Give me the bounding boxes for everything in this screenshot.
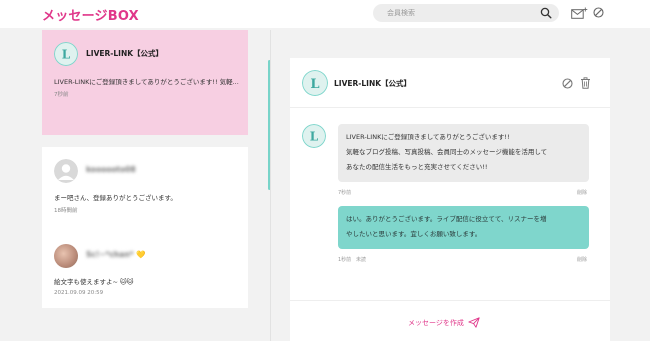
conversation-item[interactable]: koooooto08 まー吧さん、登録ありがとうございます。 18時間前 bbox=[42, 147, 248, 235]
conversation-preview: 絵文字も使えますよ~ 🐱🐱 bbox=[54, 276, 244, 286]
incoming-message: LIVER-LINKにご登録頂きましてありがとうございます!! 気軽なブログ投稿… bbox=[338, 124, 589, 182]
conversation-name-row: Sc!~*chan* 💛 bbox=[86, 250, 146, 259]
default-avatar-icon bbox=[54, 159, 78, 183]
conversation-item[interactable]: Sc!~*chan* 💛 絵文字も使えますよ~ 🐱🐱 2021.09.09 20… bbox=[42, 232, 248, 308]
conversation-item[interactable]: L LIVER-LINK【公式】 LIVER-LINKにご登録頂きましてありがと… bbox=[42, 30, 248, 135]
conversation-list[interactable]: L LIVER-LINK【公式】 LIVER-LINKにご登録頂きましてありがと… bbox=[40, 30, 250, 313]
new-message-icon[interactable] bbox=[571, 7, 588, 20]
top-bar: メッセージBOX bbox=[0, 0, 650, 28]
search-icon[interactable] bbox=[540, 7, 552, 19]
message-line: LIVER-LINKにご登録頂きましてありがとうございます!! bbox=[346, 133, 510, 141]
app-title[interactable]: メッセージBOX bbox=[42, 5, 139, 24]
heart-emoji-icon: 💛 bbox=[136, 250, 146, 259]
liver-link-logo-icon: L bbox=[302, 70, 328, 96]
outgoing-message: はい。ありがとうございます。ライブ配信に役立てて、リスナーを増 やしたいと思いま… bbox=[338, 206, 589, 249]
member-search[interactable] bbox=[373, 4, 559, 22]
conversation-time: 18時間前 bbox=[54, 208, 78, 214]
block-icon[interactable] bbox=[562, 78, 573, 89]
message-line: やしたいと思います。宜しくお願い致します。 bbox=[346, 230, 482, 238]
conversation-name: Sc!~*chan* bbox=[86, 250, 134, 259]
trash-icon[interactable] bbox=[580, 77, 591, 89]
compose-area: メッセージを作成 bbox=[290, 300, 610, 341]
conversation-preview: まー吧さん、登録ありがとうございます。 bbox=[54, 194, 177, 202]
search-input[interactable] bbox=[387, 6, 537, 20]
delete-message-link[interactable]: 削除 bbox=[577, 256, 587, 263]
message-time: 7秒前 bbox=[338, 190, 352, 196]
block-list-icon[interactable] bbox=[593, 7, 604, 18]
preview-text: 絵文字も使えますよ~ bbox=[54, 278, 118, 286]
compose-label: メッセージを作成 bbox=[408, 318, 464, 327]
conversation-time: 7秒前 bbox=[54, 92, 69, 98]
svg-text:L: L bbox=[310, 130, 319, 144]
read-status: 未読 bbox=[356, 257, 367, 263]
user-avatar bbox=[54, 244, 78, 268]
message-time: 1秒前 bbox=[338, 257, 352, 263]
message-line: あなたの配信生活をもっと充実させてください!! bbox=[346, 163, 488, 171]
delete-message-link[interactable]: 削除 bbox=[577, 189, 587, 196]
conversation-name: koooooto08 bbox=[86, 165, 136, 174]
thread-header: L LIVER-LINK【公式】 bbox=[290, 58, 610, 108]
svg-text:L: L bbox=[62, 48, 71, 62]
thread-title: LIVER-LINK【公式】 bbox=[334, 79, 412, 88]
liver-link-logo-icon: L bbox=[302, 124, 326, 148]
message-line: 気軽なブログ投稿、写真投稿、会員同士のメッセージ機能を活用して bbox=[346, 148, 548, 156]
conversation-preview: LIVER-LINKにご登録頂きましてありがとうございます!! 気軽... bbox=[54, 78, 239, 86]
pane-divider bbox=[270, 30, 271, 341]
emoji-icons: 🐱🐱 bbox=[117, 278, 134, 286]
liver-link-logo-icon: L bbox=[54, 42, 78, 66]
send-icon bbox=[468, 317, 480, 328]
conversation-time: 2021.09.09 20:59 bbox=[54, 290, 104, 296]
conversation-name: LIVER-LINK【公式】 bbox=[86, 49, 164, 58]
svg-text:L: L bbox=[310, 77, 319, 92]
message-thread: L LIVER-LINK【公式】 L LIVER-LINKにご登録頂きましてあり… bbox=[290, 58, 610, 341]
message-line: はい。ありがとうございます。ライブ配信に役立てて、リスナーを増 bbox=[346, 215, 547, 223]
compose-message-button[interactable]: メッセージを作成 bbox=[408, 317, 480, 328]
